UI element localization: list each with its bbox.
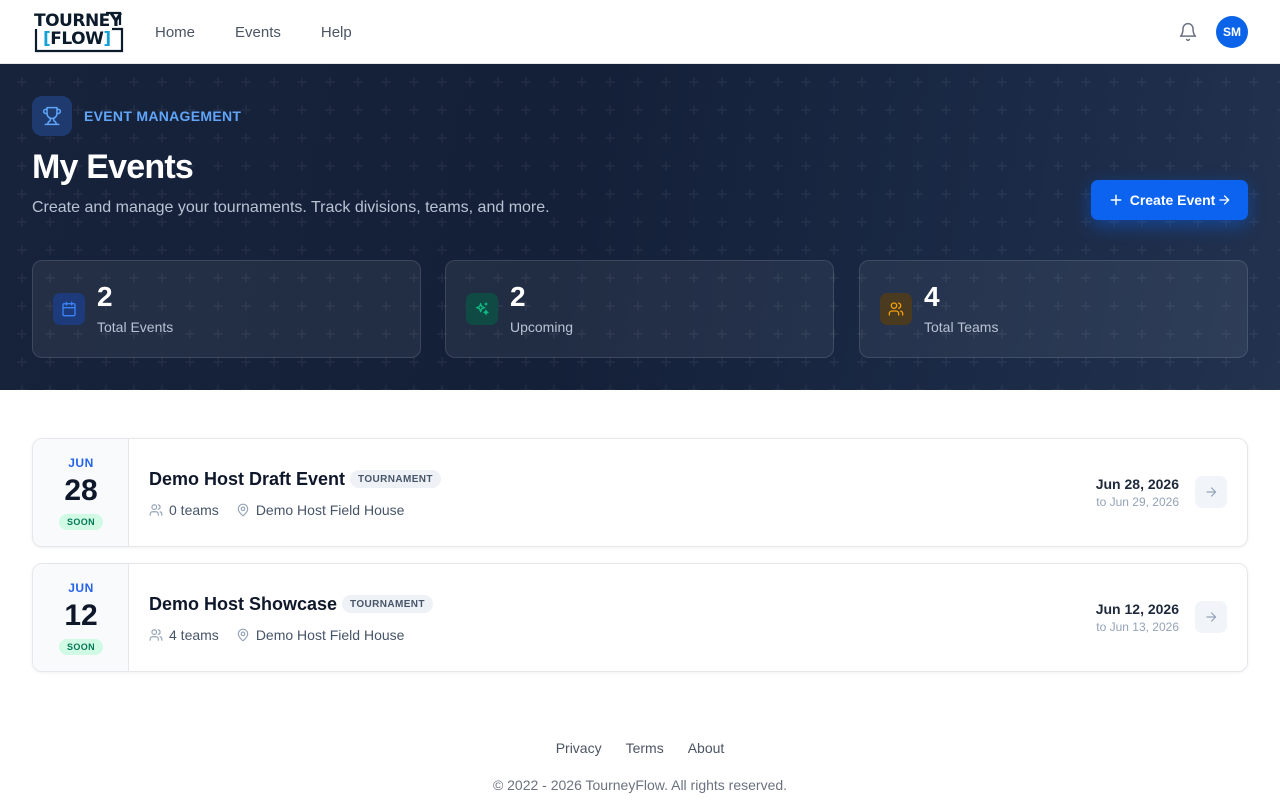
event-day: 28	[64, 474, 98, 507]
user-avatar[interactable]: SM	[1216, 16, 1248, 48]
arrow-right-icon	[1206, 487, 1217, 497]
stat-card-total-teams: 4 Total Teams	[859, 260, 1248, 358]
stat-value: 2	[510, 281, 526, 312]
nav-link-home[interactable]: Home	[155, 24, 195, 41]
event-date-block: JUN 12 SOON	[33, 564, 129, 671]
event-team-count: 4 teams	[169, 627, 219, 643]
sparkle-icon	[466, 293, 498, 325]
event-start-date: Jun 12, 2026	[1095, 601, 1179, 617]
event-type-tag: TOURNAMENT	[342, 595, 433, 613]
event-meta: 0 teams Demo Host Field House	[149, 502, 421, 518]
event-team-count: 0 teams	[169, 502, 219, 518]
map-pin-icon	[237, 628, 249, 642]
event-location: Demo Host Field House	[255, 502, 405, 518]
tourneyflow-logo[interactable]: TOURNEY [FLOW]	[34, 11, 124, 53]
event-title[interactable]: Demo Host Showcase	[149, 594, 337, 615]
event-end-date: to Jun 29, 2026	[1096, 495, 1179, 509]
footer-link-terms[interactable]: Terms	[626, 740, 664, 756]
event-start-date: Jun 28, 2026	[1095, 476, 1179, 492]
nav-link-events[interactable]: Events	[235, 24, 281, 41]
nav-link-help[interactable]: Help	[321, 24, 352, 41]
event-month: JUN	[68, 456, 94, 470]
users-icon	[149, 629, 163, 641]
event-card-demo-host-showcase[interactable]: JUN 12 SOON Demo Host Showcase TOURNAMEN…	[32, 563, 1248, 672]
event-type-tag: TOURNAMENT	[350, 470, 441, 488]
logo-text-top: TOURNEY	[34, 11, 122, 31]
page-subtitle: Create and manage your tournaments. Trac…	[32, 199, 550, 216]
stat-card-upcoming: 2 Upcoming	[445, 260, 834, 358]
stat-card-total-events: 2 Total Events	[32, 260, 421, 358]
event-card-demo-host-draft-event[interactable]: JUN 28 SOON Demo Host Draft Event TOURNA…	[32, 438, 1248, 547]
footer-link-about[interactable]: About	[688, 740, 725, 756]
arrow-right-icon	[1219, 195, 1230, 205]
stat-label: Upcoming	[510, 319, 574, 335]
event-date-block: JUN 28 SOON	[33, 439, 129, 546]
create-event-button[interactable]: Create Event	[1091, 180, 1248, 220]
notifications-bell-icon[interactable]	[1178, 22, 1198, 42]
top-navbar: TOURNEY [FLOW] Home Events Help SM	[0, 0, 1280, 64]
status-badge: SOON	[59, 514, 103, 530]
footer-links: Privacy Terms About	[0, 740, 1280, 756]
calendar-icon	[53, 293, 85, 325]
arrow-right-icon	[1206, 612, 1217, 622]
stat-value: 4	[924, 281, 940, 312]
hero-eyebrow: EVENT MANAGEMENT	[84, 108, 242, 124]
stat-label: Total Events	[97, 319, 174, 335]
users-icon	[880, 293, 912, 325]
plus-icon	[1110, 194, 1122, 206]
footer-link-privacy[interactable]: Privacy	[556, 740, 602, 756]
stat-label: Total Teams	[924, 319, 999, 335]
event-location: Demo Host Field House	[255, 627, 405, 643]
event-day: 12	[64, 599, 98, 632]
map-pin-icon	[237, 503, 249, 517]
copyright-text: © 2022 - 2026 TourneyFlow. All rights re…	[492, 777, 788, 793]
page-title: My Events	[32, 148, 194, 186]
hero-banner: EVENT MANAGEMENT My Events Create and ma…	[0, 64, 1280, 390]
stat-value: 2	[97, 281, 113, 312]
event-title[interactable]: Demo Host Draft Event	[149, 469, 345, 490]
main-nav: Home Events Help	[155, 0, 352, 64]
event-meta: 4 teams Demo Host Field House	[149, 627, 421, 643]
create-event-label: Create Event	[1129, 192, 1216, 208]
event-month: JUN	[68, 581, 94, 595]
event-end-date: to Jun 13, 2026	[1096, 620, 1179, 634]
trophy-icon	[32, 96, 72, 136]
users-icon	[149, 504, 163, 516]
open-event-button[interactable]	[1195, 476, 1227, 508]
status-badge: SOON	[59, 639, 103, 655]
logo-text-bottom: [FLOW]	[43, 29, 111, 49]
open-event-button[interactable]	[1195, 601, 1227, 633]
